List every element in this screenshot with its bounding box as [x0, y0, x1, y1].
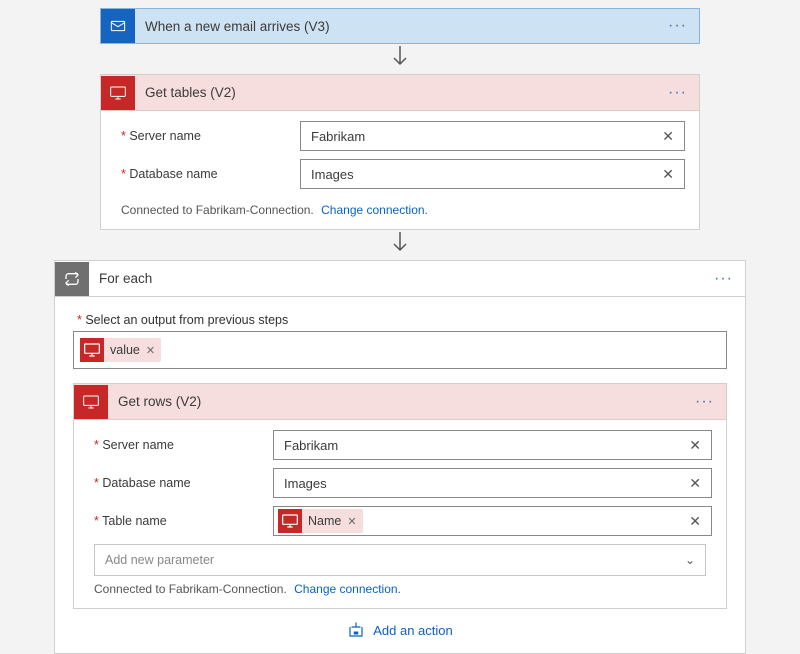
server-name-value: Fabrikam: [311, 129, 658, 144]
trigger-title: When a new email arrives (V3): [135, 19, 656, 34]
database-name-input[interactable]: Images ✕: [273, 468, 712, 498]
add-parameter-dropdown[interactable]: Add new parameter ⌄: [94, 544, 706, 576]
connection-info: Connected to Fabrikam-Connection. Change…: [115, 197, 685, 219]
connection-info: Connected to Fabrikam-Connection. Change…: [88, 576, 712, 598]
sql-icon: [74, 385, 108, 419]
sql-icon: [278, 509, 302, 533]
trigger-menu-button[interactable]: ···: [656, 21, 699, 31]
server-name-input[interactable]: Fabrikam ✕: [300, 121, 685, 151]
get-rows-menu-button[interactable]: ···: [683, 397, 726, 407]
change-connection-link[interactable]: Change connection.: [317, 203, 428, 217]
database-name-label: Database name: [115, 167, 300, 181]
server-name-label: Server name: [115, 129, 300, 143]
table-name-label: Table name: [88, 514, 273, 528]
foreach-header[interactable]: For each ···: [55, 261, 745, 297]
remove-token-icon[interactable]: ✕: [140, 344, 155, 357]
select-output-label: * Select an output from previous steps: [73, 309, 727, 331]
table-name-input[interactable]: Name ✕ ✕: [273, 506, 712, 536]
add-action-button[interactable]: Add an action: [73, 609, 727, 647]
get-tables-header[interactable]: Get tables (V2) ···: [101, 75, 699, 111]
trigger-header[interactable]: When a new email arrives (V3) ···: [100, 8, 700, 44]
sql-icon: [101, 76, 135, 110]
database-name-label: Database name: [88, 476, 273, 490]
sql-icon: [80, 338, 104, 362]
get-rows-title: Get rows (V2): [108, 394, 683, 409]
value-token-label: value: [110, 343, 140, 357]
flow-arrow: [100, 230, 700, 260]
get-rows-header[interactable]: Get rows (V2) ···: [74, 384, 726, 420]
clear-icon[interactable]: ✕: [685, 437, 705, 454]
foreach-title: For each: [89, 271, 702, 286]
clear-icon[interactable]: ✕: [658, 128, 678, 145]
get-tables-title: Get tables (V2): [135, 85, 656, 100]
chevron-down-icon: ⌄: [685, 553, 695, 567]
server-name-input[interactable]: Fabrikam ✕: [273, 430, 712, 460]
get-tables-menu-button[interactable]: ···: [656, 88, 699, 98]
loop-icon: [55, 262, 89, 296]
database-name-value: Images: [311, 167, 658, 182]
add-action-icon: [347, 621, 365, 639]
change-connection-link[interactable]: Change connection.: [290, 582, 401, 596]
name-token[interactable]: Name ✕: [278, 509, 363, 533]
value-token[interactable]: value ✕: [80, 338, 161, 362]
select-output-input[interactable]: value ✕: [73, 331, 727, 369]
clear-icon[interactable]: ✕: [685, 513, 705, 530]
foreach-menu-button[interactable]: ···: [702, 274, 745, 284]
remove-token-icon[interactable]: ✕: [341, 515, 356, 528]
clear-icon[interactable]: ✕: [658, 166, 678, 183]
database-name-input[interactable]: Images ✕: [300, 159, 685, 189]
clear-icon[interactable]: ✕: [685, 475, 705, 492]
outlook-icon: [101, 9, 135, 43]
flow-arrow: [100, 44, 700, 74]
server-name-label: Server name: [88, 438, 273, 452]
